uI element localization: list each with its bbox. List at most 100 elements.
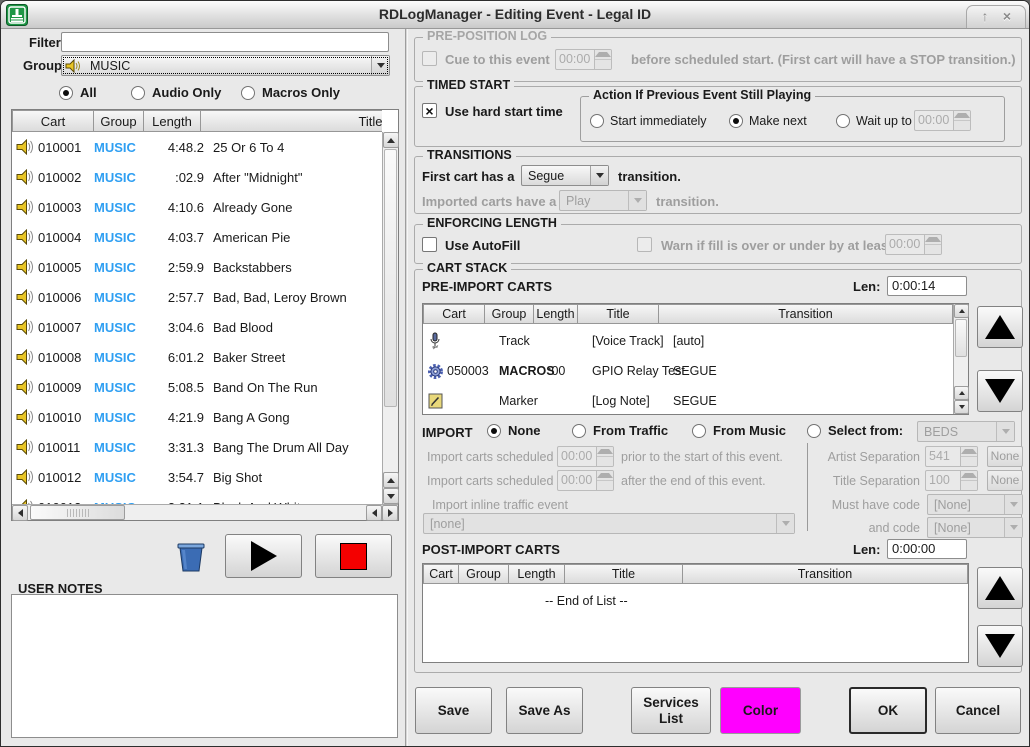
cart-row[interactable]: 010002 MUSIC :02.9 After "Midnight" <box>12 162 382 192</box>
column-header-group[interactable]: Group <box>94 110 144 132</box>
stop-button[interactable] <box>315 534 392 578</box>
save-as-button[interactable]: Save As <box>506 687 583 734</box>
warn-fill-spinner[interactable]: 00:00 <box>885 234 942 255</box>
post-import-move-down-button[interactable] <box>977 625 1023 667</box>
column-header-group[interactable]: Group <box>485 304 534 324</box>
cue-time-spinner[interactable]: 00:00 <box>555 49 612 70</box>
group-select[interactable]: MUSIC <box>61 55 390 76</box>
spin-down-icon[interactable] <box>595 59 611 69</box>
column-header-group[interactable]: Group <box>459 564 509 584</box>
spin-up-icon[interactable] <box>925 235 941 244</box>
cart-row[interactable]: 010012 MUSIC 3:54.7 Big Shot <box>12 462 382 492</box>
cart-row[interactable]: 010004 MUSIC 4:03.7 American Pie <box>12 222 382 252</box>
spin-down-icon[interactable] <box>954 120 970 130</box>
scroll-left-icon[interactable] <box>366 505 382 521</box>
scroll-left-icon[interactable] <box>12 505 28 521</box>
radio-audio-only[interactable] <box>131 86 145 100</box>
scroll-down-icon[interactable] <box>383 488 399 504</box>
title-separation-spinner[interactable]: 100 <box>925 470 978 491</box>
vscroll-thumb[interactable] <box>955 319 967 357</box>
radio-import-none[interactable] <box>487 424 501 438</box>
spin-up-icon[interactable] <box>954 111 970 120</box>
filter-macros-option[interactable]: Macros Only <box>241 85 340 100</box>
spin-down-icon[interactable] <box>597 456 613 466</box>
select-from-dropdown[interactable]: BEDS <box>917 421 1015 442</box>
column-header-cart[interactable]: Cart <box>423 304 485 324</box>
user-notes-input[interactable] <box>11 594 398 738</box>
services-list-button[interactable]: Services List <box>631 687 711 734</box>
hscroll-thumb[interactable] <box>30 505 125 520</box>
pre-import-move-up-button[interactable] <box>977 306 1023 348</box>
radio-import-traffic[interactable] <box>572 424 586 438</box>
play-button[interactable] <box>225 534 302 578</box>
cart-row[interactable]: 010005 MUSIC 2:59.9 Backstabbers <box>12 252 382 282</box>
wait-time-spinner[interactable]: 00:00 <box>914 110 971 131</box>
column-header-cart[interactable]: Cart <box>423 564 459 584</box>
radio-macros-only[interactable] <box>241 86 255 100</box>
radio-start-immediately[interactable] <box>590 114 604 128</box>
spin-up-icon[interactable] <box>961 447 977 456</box>
column-header-length[interactable]: Length <box>509 564 565 584</box>
artist-separation-none-button[interactable]: None <box>987 446 1023 467</box>
filter-audio-option[interactable]: Audio Only <box>131 85 221 100</box>
close-button[interactable]: × <box>999 9 1015 23</box>
column-header-transition[interactable]: Transition <box>659 304 953 324</box>
pre-import-vscrollbar[interactable] <box>953 304 968 414</box>
filter-all-option[interactable]: All <box>59 85 97 100</box>
post-import-len-field[interactable]: 0:00:00 <box>887 539 967 559</box>
pre-import-move-down-button[interactable] <box>977 370 1023 412</box>
first-transition-select[interactable]: Segue <box>521 165 609 186</box>
sched-after-spinner[interactable]: 00:00 <box>557 470 614 491</box>
cue-to-event-checkbox[interactable] <box>422 51 437 66</box>
and-code-dropdown[interactable]: [None] <box>927 517 1023 538</box>
column-header-transition[interactable]: Transition <box>683 564 968 584</box>
scroll-right-icon[interactable] <box>382 505 398 521</box>
scroll-up-icon[interactable] <box>383 472 399 488</box>
save-button[interactable]: Save <box>415 687 492 734</box>
spin-down-icon[interactable] <box>597 480 613 490</box>
cart-row[interactable]: 010001 MUSIC 4:48.2 25 Or 6 To 4 <box>12 132 382 162</box>
cart-row[interactable]: 010008 MUSIC 6:01.2 Baker Street <box>12 342 382 372</box>
titlebar[interactable]: RDLogManager - Editing Event - Legal ID … <box>1 1 1029 29</box>
spin-up-icon[interactable] <box>961 471 977 480</box>
title-separation-none-button[interactable]: None <box>987 470 1023 491</box>
cart-row[interactable]: 010003 MUSIC 4:10.6 Already Gone <box>12 192 382 222</box>
import-none-option[interactable]: None <box>487 423 541 438</box>
scroll-up-icon[interactable] <box>954 304 969 318</box>
scroll-up-icon[interactable] <box>383 132 399 148</box>
imported-transition-select[interactable]: Play <box>559 190 647 211</box>
cart-row[interactable]: 010010 MUSIC 4:21.9 Bang A Gong <box>12 402 382 432</box>
artist-separation-spinner[interactable]: 541 <box>925 446 978 467</box>
warn-fill-checkbox[interactable] <box>637 237 652 252</box>
column-header-length[interactable]: Length <box>534 304 578 324</box>
spin-up-icon[interactable] <box>597 447 613 456</box>
radio-select-from[interactable] <box>807 424 821 438</box>
cart-row[interactable]: 010009 MUSIC 5:08.5 Band On The Run <box>12 372 382 402</box>
cart-row[interactable]: 010013 MUSIC 3:21.1 Black And White <box>12 492 382 504</box>
pre-import-row[interactable]: Track [Voice Track] [auto] <box>423 326 953 356</box>
spin-down-icon[interactable] <box>925 244 941 254</box>
cancel-button[interactable]: Cancel <box>935 687 1021 734</box>
cart-list-vscrollbar[interactable] <box>382 132 398 504</box>
must-have-code-dropdown[interactable]: [None] <box>927 494 1023 515</box>
column-header-title[interactable]: Title <box>578 304 659 324</box>
radio-import-music[interactable] <box>692 424 706 438</box>
clear-button[interactable] <box>171 535 211 577</box>
spin-up-icon[interactable] <box>595 50 611 59</box>
radio-make-next[interactable] <box>729 114 743 128</box>
make-next-option[interactable]: Make next <box>729 114 807 128</box>
ok-button[interactable]: OK <box>849 687 927 734</box>
pre-import-row[interactable]: Marker [Log Note] SEGUE <box>423 386 953 416</box>
filter-input[interactable] <box>61 32 389 52</box>
color-button[interactable]: Color <box>720 687 801 734</box>
cart-row[interactable]: 010011 MUSIC 3:31.3 Bang The Drum All Da… <box>12 432 382 462</box>
maximize-button[interactable]: ↑ <box>977 9 993 23</box>
radio-all[interactable] <box>59 86 73 100</box>
import-traffic-option[interactable]: From Traffic <box>572 423 668 438</box>
cart-row[interactable]: 010007 MUSIC 3:04.6 Bad Blood <box>12 312 382 342</box>
column-header-cart[interactable]: Cart <box>12 110 94 132</box>
scroll-up-icon[interactable] <box>954 386 969 400</box>
column-header-title[interactable]: Title <box>565 564 683 584</box>
column-header-length[interactable]: Length <box>144 110 201 132</box>
use-autofill-checkbox[interactable] <box>422 237 437 252</box>
